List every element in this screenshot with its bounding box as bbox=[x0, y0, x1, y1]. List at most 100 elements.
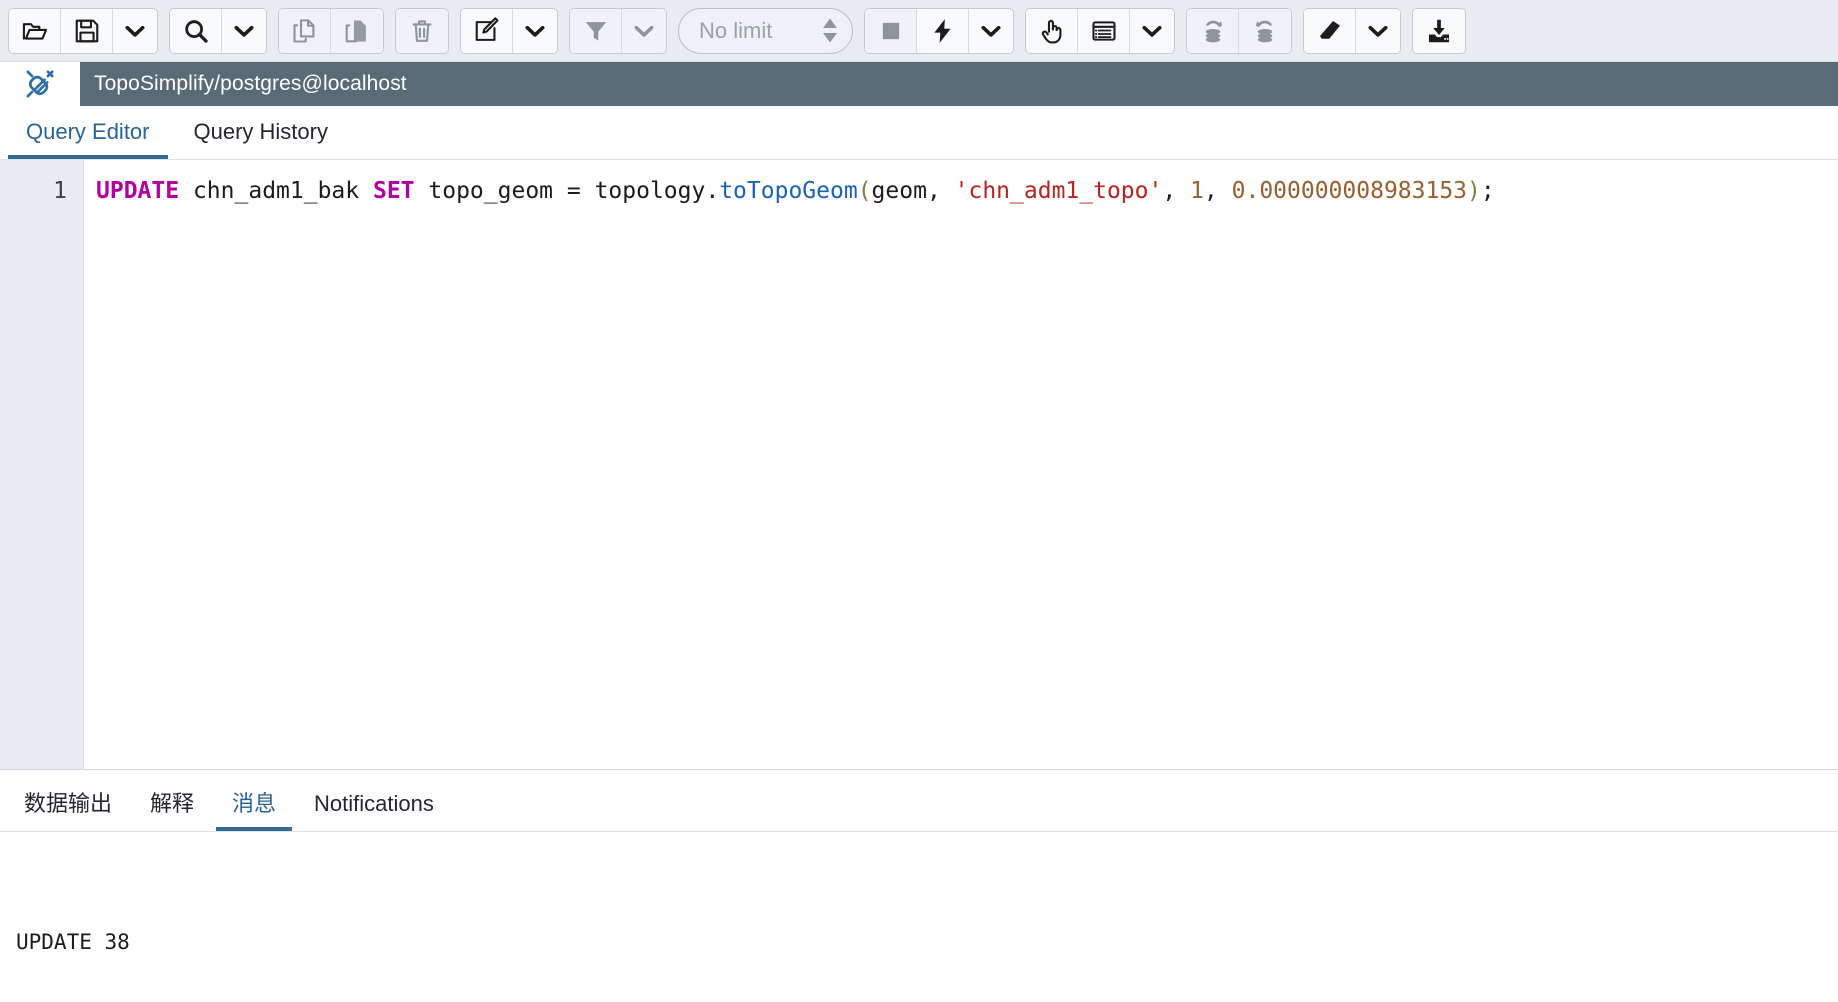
code-token: SET bbox=[372, 178, 415, 204]
toolbar-group-execution bbox=[864, 7, 1014, 54]
sql-editor[interactable]: 1 UPDATE chn_adm1_bak SET topo_geom = to… bbox=[0, 160, 1838, 769]
code-token: ( bbox=[857, 178, 872, 204]
lightning-bolt-icon bbox=[929, 17, 957, 45]
toolbar-group-transaction bbox=[1186, 7, 1292, 54]
clear-options-dropdown[interactable] bbox=[1356, 8, 1400, 53]
tab-explain[interactable]: 解释 bbox=[134, 793, 210, 831]
rollback-button[interactable] bbox=[1239, 8, 1291, 53]
chevron-down-icon bbox=[1364, 17, 1392, 45]
code-token: , bbox=[926, 178, 955, 204]
toolbar-group-clipboard bbox=[278, 7, 384, 54]
line-number: 1 bbox=[53, 178, 67, 204]
toolbar-group-filter bbox=[569, 7, 667, 54]
save-file-button[interactable] bbox=[61, 8, 113, 53]
filter-options-dropdown[interactable] bbox=[622, 8, 666, 53]
find-options-dropdown[interactable] bbox=[222, 8, 266, 53]
funnel-filter-icon bbox=[582, 17, 610, 45]
main-toolbar: No limit bbox=[0, 0, 1838, 62]
output-panel-tabs: 数据输出 解释 消息 Notifications bbox=[0, 770, 1838, 832]
tab-data-output[interactable]: 数据输出 bbox=[8, 793, 128, 831]
eraser-icon bbox=[1316, 17, 1344, 45]
message-result-line: UPDATE 38 bbox=[16, 930, 130, 954]
chevron-down-icon bbox=[230, 17, 258, 45]
code-token: 1 bbox=[1190, 178, 1204, 204]
commit-database-icon bbox=[1199, 17, 1227, 45]
code-token: 'chn_adm1_topo' bbox=[954, 178, 1163, 204]
spinner-down-icon[interactable] bbox=[822, 32, 838, 43]
code-token: topo_geom bbox=[428, 178, 554, 204]
plug-connected-icon[interactable] bbox=[0, 62, 80, 106]
filter-button[interactable] bbox=[570, 8, 622, 53]
chevron-down-icon bbox=[977, 17, 1005, 45]
paste-icon bbox=[343, 17, 371, 45]
code-token: , bbox=[1162, 178, 1191, 204]
stop-square-icon bbox=[877, 17, 905, 45]
explain-options-dropdown[interactable] bbox=[1130, 8, 1174, 53]
code-token: toTopoGeom bbox=[719, 178, 858, 204]
rollback-database-icon bbox=[1251, 17, 1279, 45]
tab-query-history[interactable]: Query History bbox=[176, 121, 346, 159]
save-options-dropdown[interactable] bbox=[113, 8, 157, 53]
edit-button[interactable] bbox=[461, 8, 513, 53]
chevron-down-icon bbox=[1138, 17, 1166, 45]
messages-content: UPDATE 38 耗时46 min 19 secs 成功返回查询 bbox=[0, 832, 1838, 1002]
floppy-save-icon bbox=[73, 17, 101, 45]
toolbar-group-download bbox=[1412, 7, 1466, 54]
sql-code-area[interactable]: UPDATE chn_adm1_bak SET topo_geom = topo… bbox=[84, 160, 1838, 769]
spinner-up-icon[interactable] bbox=[822, 18, 838, 29]
execute-query-button[interactable] bbox=[917, 8, 969, 53]
clear-editor-button[interactable] bbox=[1304, 8, 1356, 53]
download-results-button[interactable] bbox=[1413, 8, 1465, 53]
toolbar-group-edit bbox=[460, 7, 558, 54]
open-file-button[interactable] bbox=[9, 8, 61, 53]
code-token: chn_adm1_bak bbox=[192, 178, 360, 204]
toolbar-group-explain bbox=[1025, 7, 1175, 54]
code-token: ) bbox=[1467, 178, 1481, 204]
tab-query-editor[interactable]: Query Editor bbox=[8, 121, 168, 159]
code-token: , bbox=[1203, 178, 1232, 204]
pencil-square-icon bbox=[473, 16, 501, 45]
connection-title: TopoSimplify/postgres@localhost bbox=[80, 62, 1838, 106]
tab-messages[interactable]: 消息 bbox=[216, 793, 293, 831]
code-token: UPDATE bbox=[96, 178, 180, 204]
copy-button[interactable] bbox=[279, 8, 331, 53]
explain-analyze-button[interactable] bbox=[1078, 8, 1130, 53]
magnifier-search-icon bbox=[182, 17, 210, 45]
output-panel: 数据输出解释消息Notifications UPDATE 38 耗时46 min… bbox=[0, 769, 1838, 1002]
list-table-icon bbox=[1090, 17, 1118, 45]
row-limit-input[interactable]: No limit bbox=[678, 7, 853, 54]
connection-bar: TopoSimplify/postgres@localhost bbox=[0, 62, 1838, 106]
paste-button[interactable] bbox=[331, 8, 383, 53]
code-token: = bbox=[553, 178, 595, 204]
toolbar-group-file bbox=[8, 7, 158, 54]
chevron-down-icon bbox=[630, 17, 658, 45]
delete-row-button[interactable] bbox=[396, 8, 448, 53]
chevron-down-icon bbox=[521, 17, 549, 45]
row-limit-spinner[interactable] bbox=[822, 18, 838, 43]
explain-button[interactable] bbox=[1026, 8, 1078, 53]
open-folder-icon bbox=[21, 17, 49, 45]
code-token: 0.000000008983153 bbox=[1231, 178, 1468, 204]
find-button[interactable] bbox=[170, 8, 222, 53]
code-token: topology bbox=[594, 178, 706, 204]
execute-options-dropdown[interactable] bbox=[969, 8, 1013, 53]
stop-query-button[interactable] bbox=[865, 8, 917, 53]
query-tool-tabs: Query Editor Query History bbox=[0, 106, 1838, 160]
pointer-hand-icon bbox=[1038, 17, 1066, 45]
code-token: geom bbox=[871, 178, 927, 204]
code-token: ; bbox=[1480, 178, 1495, 204]
toolbar-group-delete bbox=[395, 7, 449, 54]
commit-button[interactable] bbox=[1187, 8, 1239, 53]
download-tray-icon bbox=[1425, 17, 1453, 45]
tab-notifications[interactable]: Notifications bbox=[298, 793, 450, 831]
code-line: UPDATE chn_adm1_bak SET topo_geom = topo… bbox=[96, 176, 1838, 206]
trash-icon bbox=[408, 17, 436, 45]
editor-line-number-gutter: 1 bbox=[0, 160, 84, 769]
edit-options-dropdown[interactable] bbox=[513, 8, 557, 53]
chevron-down-icon bbox=[121, 17, 149, 45]
toolbar-group-clear bbox=[1303, 7, 1401, 54]
code-token: . bbox=[705, 178, 720, 204]
copy-icon bbox=[291, 17, 319, 45]
